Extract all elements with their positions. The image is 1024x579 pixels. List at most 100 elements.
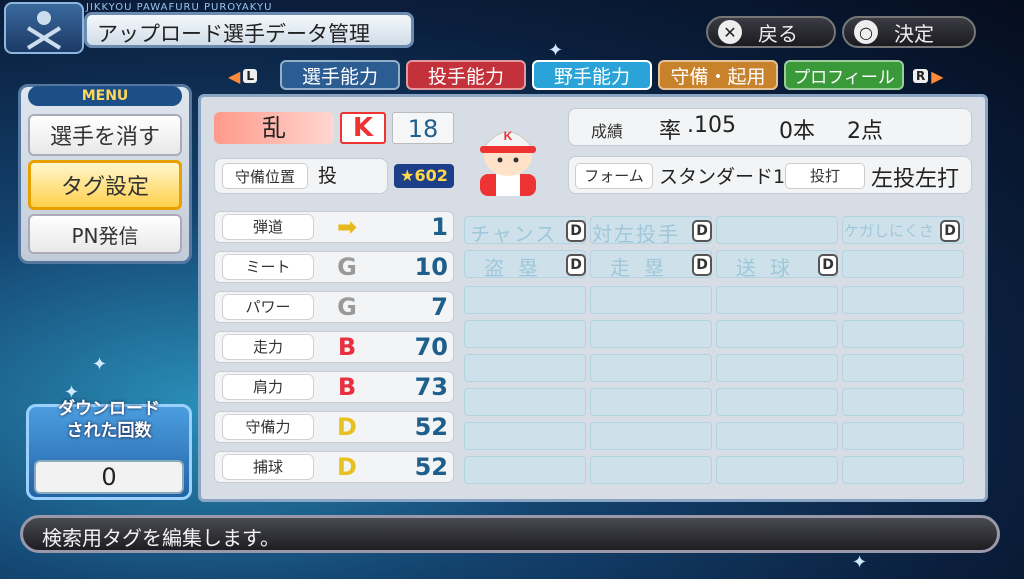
- skill-cell: [464, 354, 586, 382]
- r-key-icon: R: [913, 69, 929, 83]
- skill-cell: [716, 456, 838, 484]
- download-count-value: 0: [34, 460, 184, 494]
- stat-value: 70: [414, 333, 448, 361]
- position-label: 守備位置: [222, 163, 308, 189]
- tab-fielder-ability[interactable]: 野手能力: [532, 60, 652, 90]
- stat-label: 弾道: [222, 214, 314, 240]
- tab-label: 野手能力: [553, 65, 630, 88]
- sparkle-decoration: ✦: [548, 40, 564, 61]
- skill-cell: [842, 456, 964, 484]
- trajectory-arrow-icon: ➡: [336, 213, 358, 241]
- bat-throw-value: 左投左打: [871, 167, 960, 192]
- team-logo-icon: K: [340, 112, 386, 144]
- sparkle-decoration: ✦: [852, 552, 868, 573]
- skill-cell: [716, 354, 838, 382]
- tab-prev-button[interactable]: ◀ L: [228, 66, 260, 86]
- stat-grade: D: [337, 453, 357, 481]
- tab-defense-usage[interactable]: 守備・起用: [658, 60, 778, 90]
- tab-profile[interactable]: プロフィール: [784, 60, 904, 90]
- skill-cell: [842, 422, 964, 450]
- skill-cell: [590, 286, 712, 314]
- bat-throw-label: 投打: [785, 163, 865, 189]
- stat-grade: B: [337, 373, 357, 401]
- skill-cell: [590, 456, 712, 484]
- stat-value: 7: [431, 293, 448, 321]
- confirm-label: 決定: [894, 21, 934, 46]
- skill-cell: [464, 456, 586, 484]
- home-runs: 0本: [779, 119, 815, 144]
- tab-batter-ability-base[interactable]: 選手能力: [280, 60, 400, 90]
- skill-cell: [590, 388, 712, 416]
- skill-label-baserunning: 走塁: [610, 256, 678, 280]
- skill-cell: [590, 320, 712, 348]
- tab-label: 選手能力: [301, 65, 378, 88]
- stat-grade: D: [337, 413, 357, 441]
- stat-grade: G: [337, 293, 357, 321]
- skill-cell: [842, 286, 964, 314]
- download-count-label: ダウンロード された回数: [26, 398, 192, 442]
- uniform-number: 18: [392, 112, 454, 144]
- tab-label: 投手能力: [427, 65, 504, 88]
- stat-label: 守備力: [222, 414, 314, 440]
- stat-label: 捕球: [222, 454, 314, 480]
- skill-grade-badge: D: [566, 220, 586, 242]
- skill-cell: [464, 320, 586, 348]
- stats-label: 成績: [591, 122, 624, 141]
- skill-cell: [842, 354, 964, 382]
- skill-grade-badge: D: [818, 254, 838, 276]
- back-button[interactable]: ✕ 戻る: [706, 16, 836, 48]
- stat-grade: B: [337, 333, 357, 361]
- tab-pitcher-ability[interactable]: 投手能力: [406, 60, 526, 90]
- batting-average: .105: [687, 113, 736, 138]
- menu-title: MENU: [28, 86, 182, 106]
- sparkle-decoration: ✦: [92, 354, 108, 375]
- menu-item-label: PN発信: [71, 223, 139, 248]
- tab-next-button[interactable]: R ▶: [910, 66, 944, 86]
- player-name: 乱: [214, 112, 334, 144]
- skill-grade-badge: D: [566, 254, 586, 276]
- avg-label: 率: [659, 119, 682, 144]
- svg-text:K: K: [504, 129, 513, 143]
- skill-cell: [716, 320, 838, 348]
- stat-label: ミート: [222, 254, 314, 280]
- skill-grade-badge: D: [692, 220, 712, 242]
- tab-label: プロフィール: [793, 67, 895, 88]
- stat-value: 52: [414, 453, 448, 481]
- stat-label: 走力: [222, 334, 314, 360]
- stat-value: 10: [414, 253, 448, 281]
- player-avatar: K: [470, 116, 546, 196]
- skill-cell: [590, 354, 712, 382]
- download-label-line2: された回数: [66, 421, 152, 441]
- tab-label: 守備・起用: [670, 65, 766, 88]
- delete-player-button[interactable]: 選手を消す: [28, 114, 182, 156]
- stat-label: パワー: [222, 294, 314, 320]
- skill-label-injury: ケガしにくさ: [844, 222, 934, 240]
- confirm-button[interactable]: ○ 決定: [842, 16, 976, 48]
- player-rating-badge: ★602: [394, 164, 454, 188]
- skill-cell: [464, 286, 586, 314]
- stat-value: 1: [431, 213, 448, 241]
- skill-label-throwing: 送球: [736, 256, 804, 280]
- app-logo-icon: [4, 2, 84, 54]
- pn-send-button[interactable]: PN発信: [28, 214, 182, 254]
- skill-cell: [842, 320, 964, 348]
- menu-item-label: タグ設定: [60, 175, 149, 200]
- form-row: フォーム スタンダード1 投打 左投左打: [568, 156, 972, 194]
- position-value: 投: [318, 165, 338, 187]
- cross-icon: ✕: [718, 20, 742, 44]
- skill-cell: [716, 216, 838, 244]
- menu-item-label: 選手を消す: [49, 125, 160, 150]
- rating-value: 602: [414, 166, 448, 185]
- stat-grade: G: [337, 253, 357, 281]
- form-value: スタンダード1: [659, 166, 786, 188]
- download-label-line1: ダウンロード: [58, 399, 160, 419]
- rbi: 2点: [847, 119, 883, 144]
- batting-stats-row: 成績 率 .105 0本 2点: [568, 108, 972, 146]
- skill-cell: [842, 250, 964, 278]
- skill-cell: [590, 422, 712, 450]
- skill-label-chance: チャンス: [470, 222, 558, 246]
- stat-label: 肩力: [222, 374, 314, 400]
- skill-cell: [842, 388, 964, 416]
- tag-settings-button[interactable]: タグ設定: [28, 160, 182, 210]
- skill-cell: [716, 422, 838, 450]
